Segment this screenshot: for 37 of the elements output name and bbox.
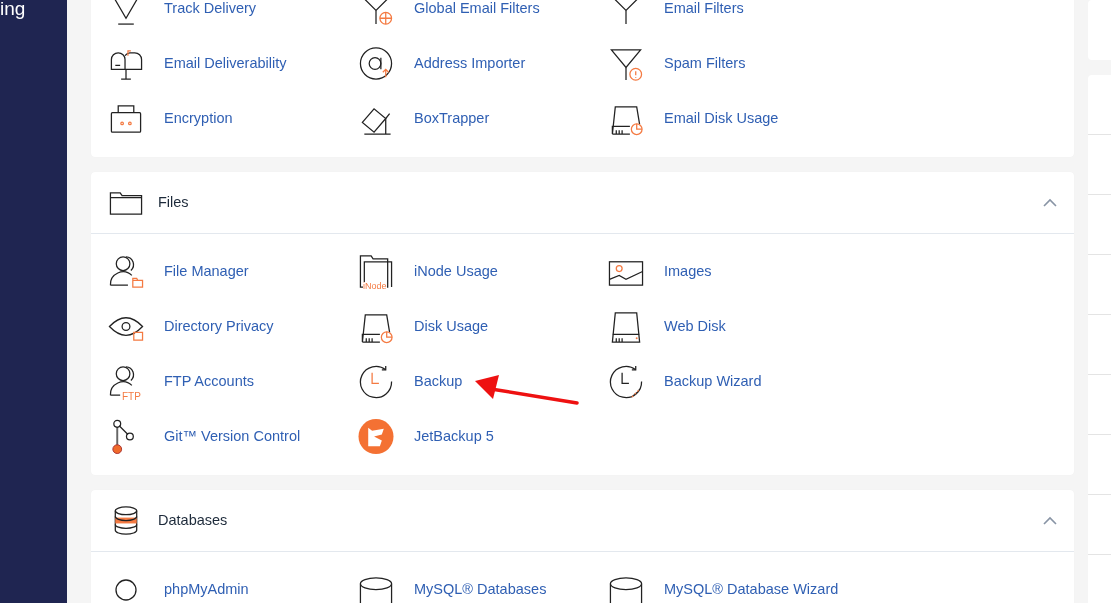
logo-icon	[358, 418, 394, 455]
clock-icon	[608, 363, 644, 400]
tool-link[interactable]: Track Delivery	[164, 0, 257, 20]
collapse-chevron-icon[interactable]	[1043, 515, 1057, 526]
user-folder-icon	[108, 253, 144, 290]
tool-link[interactable]: Images	[664, 260, 712, 283]
tool-link[interactable]: Backup	[414, 370, 463, 393]
tool-link[interactable]: BoxTrapper	[414, 107, 490, 130]
tool-link[interactable]: iNode Usage	[414, 260, 498, 283]
tool-link[interactable]: MySQL® Database Wizard	[664, 578, 839, 601]
tool-link[interactable]: Global Email Filters	[414, 0, 540, 20]
section-title: Databases	[158, 510, 228, 530]
icon-label: FTP	[121, 391, 142, 402]
folder-icon	[358, 253, 394, 290]
tool-link[interactable]: Email Filters	[664, 0, 744, 20]
tool-link[interactable]: Email Disk Usage	[664, 107, 779, 130]
tool-link[interactable]: FTP Accounts	[164, 370, 254, 393]
tool-link[interactable]: Email Deliverability	[164, 52, 287, 75]
tool-link[interactable]: Backup Wizard	[664, 370, 762, 393]
tool-link[interactable]: JetBackup 5	[414, 425, 494, 448]
sidebar-label[interactable]: ing	[0, 0, 26, 18]
tool-link[interactable]: MySQL® Databases	[414, 578, 547, 601]
clock-icon	[358, 363, 394, 400]
tool-link[interactable]: Git™ Version Control	[164, 425, 301, 448]
collapse-chevron-icon[interactable]	[1043, 197, 1057, 208]
icon-label: iNode	[363, 281, 387, 291]
at-sign-icon	[358, 45, 394, 82]
tool-link[interactable]: Encryption	[164, 107, 233, 130]
circle-icon	[115, 578, 137, 601]
tool-link[interactable]: Spam Filters	[664, 52, 746, 75]
tool-link[interactable]: Directory Privacy	[164, 315, 274, 338]
tool-link[interactable]: phpMyAdmin	[164, 578, 249, 601]
tool-link[interactable]: File Manager	[164, 260, 249, 283]
tool-link[interactable]: Address Importer	[414, 52, 526, 75]
tool-link[interactable]: Disk Usage	[414, 315, 489, 338]
section-title: Files	[158, 192, 189, 212]
tool-link[interactable]: Web Disk	[664, 315, 726, 338]
